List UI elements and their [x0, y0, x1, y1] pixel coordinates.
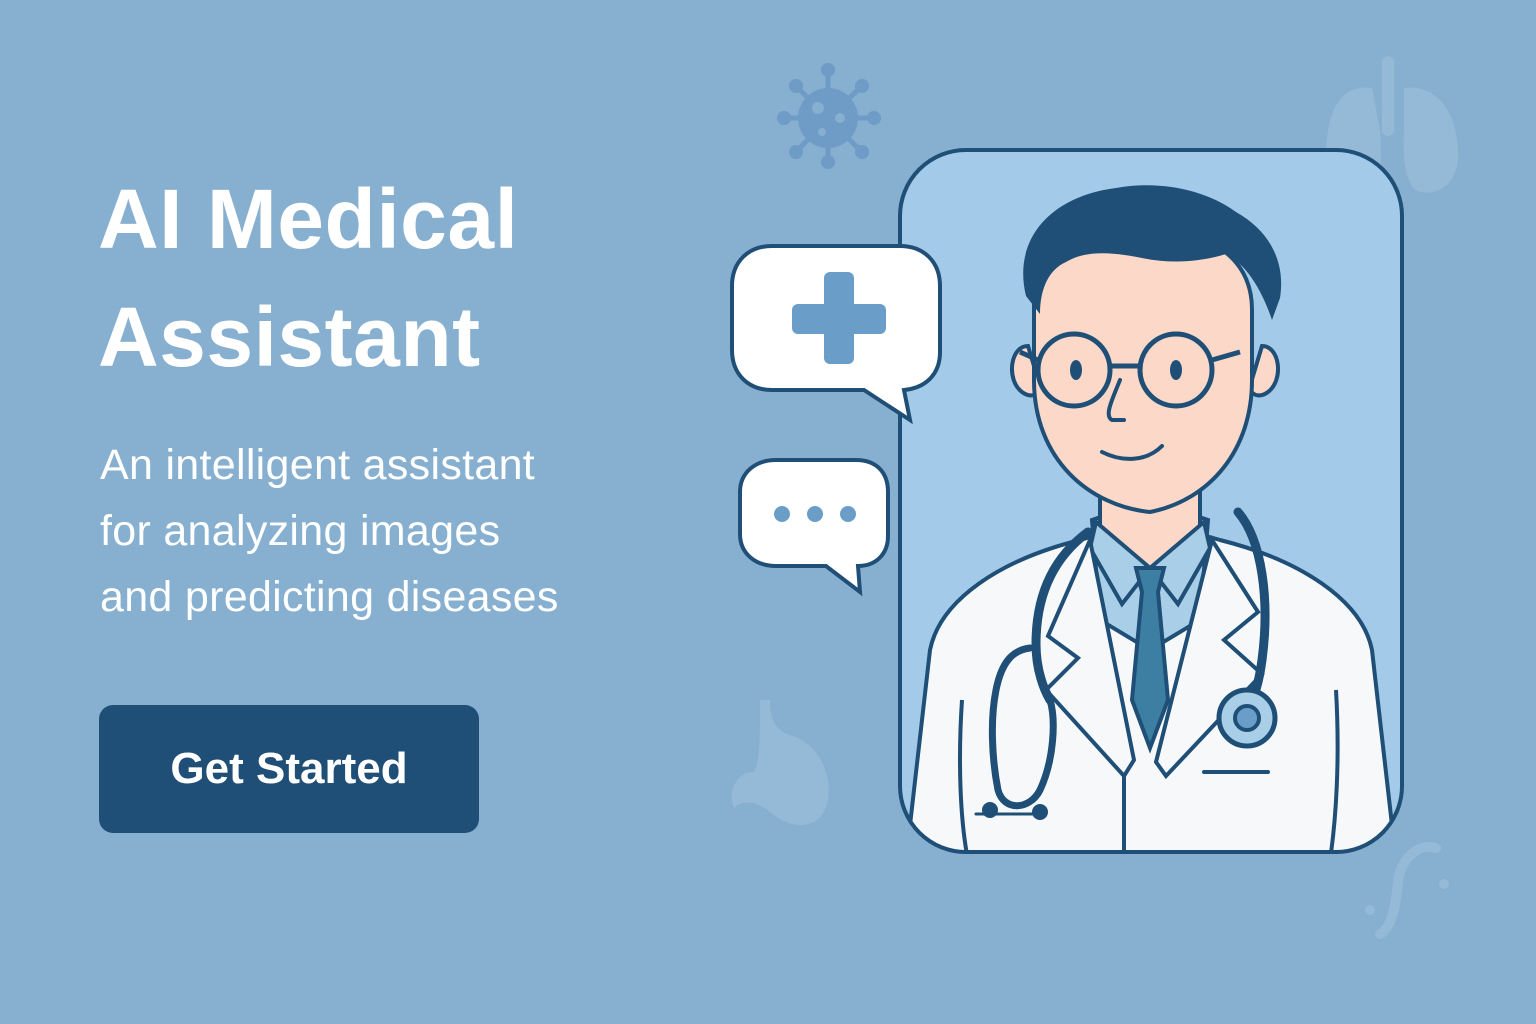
stomach-icon [731, 700, 829, 825]
chat-bubble-typing [738, 458, 890, 597]
doctor-card [898, 148, 1404, 854]
virus-icon [777, 63, 881, 169]
kidney-icon [1365, 841, 1449, 939]
typing-dots-icon [774, 506, 856, 522]
illustration [730, 56, 1459, 939]
